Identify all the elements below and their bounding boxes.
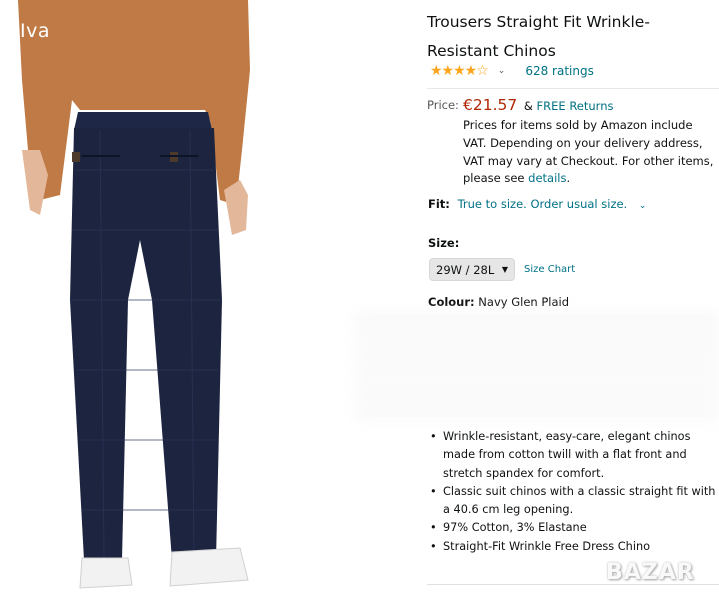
vat-note: Prices for items sold by Amazon include … xyxy=(463,117,719,188)
caret-down-icon: ▼ xyxy=(501,265,508,274)
details-link[interactable]: details xyxy=(528,171,566,185)
price-value: €21.57 xyxy=(463,96,518,114)
feature-bullets: Wrinkle-resistant, easy-care, elegant ch… xyxy=(428,428,716,556)
rating-row[interactable]: ★★★★☆ ⌄ 628 ratings xyxy=(430,63,594,79)
list-item: Straight-Fit Wrinkle Free Dress Chino xyxy=(428,538,716,557)
chevron-down-icon[interactable]: ⌄ xyxy=(498,66,506,76)
colour-row: Colour: Navy Glen Plaid xyxy=(428,295,569,309)
list-item: Wrinkle-resistant, easy-care, elegant ch… xyxy=(428,428,716,483)
colour-label: Colour: xyxy=(428,295,475,309)
size-label: Size: xyxy=(428,236,460,250)
vat-note-end: . xyxy=(566,171,571,186)
vat-note-text: Prices for items sold by Amazon include … xyxy=(463,118,714,186)
size-dropdown[interactable]: 29W / 28L ▼ xyxy=(429,258,515,281)
bazar-logo: BAZAR xyxy=(606,560,695,585)
price-line: €21.57 & FREE Returns xyxy=(463,96,613,114)
star-rating-icon[interactable]: ★★★★☆ xyxy=(430,63,489,79)
watermark-text: Iva xyxy=(20,20,50,42)
price-label: Price: xyxy=(427,98,459,112)
fit-value[interactable]: True to size. Order usual size. xyxy=(458,197,628,211)
product-image[interactable]: Iva xyxy=(0,0,318,600)
fit-label: Fit: xyxy=(428,197,450,211)
blurred-region xyxy=(355,312,719,422)
divider xyxy=(427,88,719,89)
fit-row[interactable]: Fit: True to size. Order usual size. ⌄ xyxy=(428,197,646,211)
free-returns-link[interactable]: FREE Returns xyxy=(537,99,614,113)
ratings-count-link[interactable]: 628 ratings xyxy=(525,64,594,78)
price-ampersand: & xyxy=(523,99,533,113)
size-chart-link[interactable]: Size Chart xyxy=(524,264,575,275)
colour-value: Navy Glen Plaid xyxy=(478,295,570,309)
chevron-down-icon[interactable]: ⌄ xyxy=(639,201,647,211)
trousers-illustration xyxy=(18,0,250,589)
size-selected-value: 29W / 28L xyxy=(436,262,495,277)
list-item: Classic suit chinos with a classic strai… xyxy=(428,483,716,520)
product-title[interactable]: Trousers Straight Fit Wrinkle-Resistant … xyxy=(427,8,707,66)
list-item: 97% Cotton, 3% Elastane xyxy=(428,519,716,538)
